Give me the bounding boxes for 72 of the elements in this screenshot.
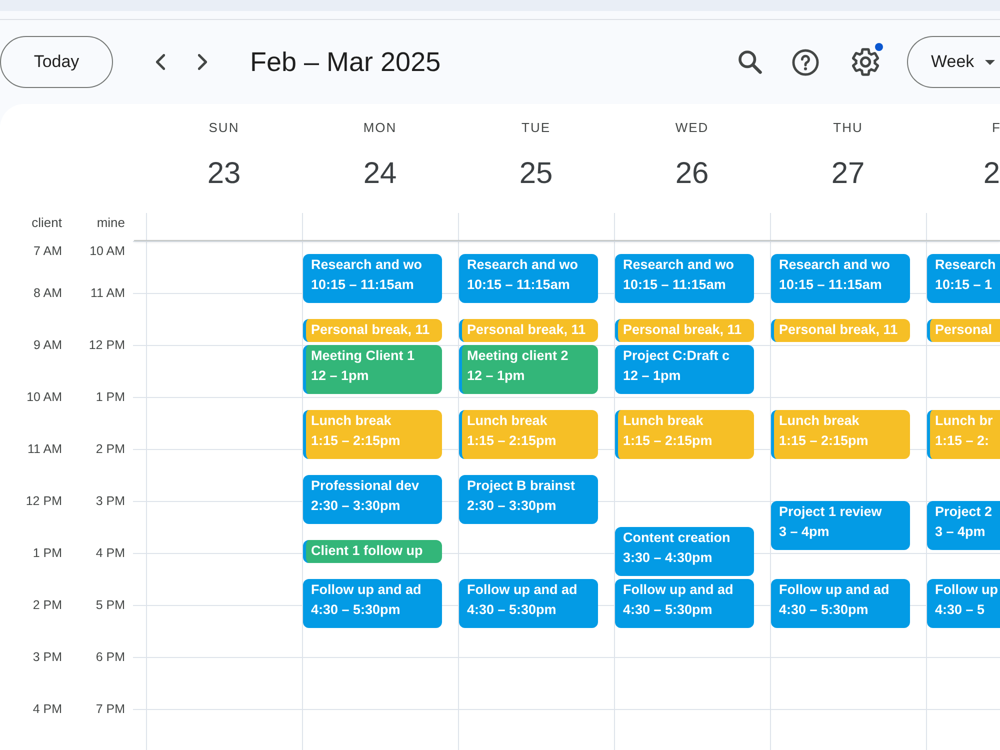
- day-date[interactable]: 2: [983, 156, 1000, 192]
- date-range-title: Feb – Mar 2025: [250, 46, 441, 78]
- hour-label: 3 PM: [32, 649, 62, 665]
- event-card[interactable]: Research and wo 10:15 – 11:15am: [459, 254, 598, 303]
- event-card[interactable]: Professional dev 2:30 – 3:30pm: [303, 475, 442, 524]
- hour-label: 12 PM: [88, 337, 125, 353]
- day-name: WED: [675, 120, 709, 136]
- event-card[interactable]: Research and wo 10:15 – 11:15am: [615, 254, 754, 303]
- event-card[interactable]: Lunch break 1:15 – 2:15pm: [459, 410, 598, 459]
- day-name: SUN: [208, 120, 240, 136]
- hour-label: 7 AM: [32, 243, 62, 259]
- event-card[interactable]: Personal: [927, 319, 1000, 342]
- timezone-label: mine: [96, 214, 125, 232]
- chevron-right-icon: [198, 54, 206, 70]
- day-date[interactable]: 27: [831, 156, 865, 192]
- event-card[interactable]: Research and wo 10:15 – 11:15am: [303, 254, 442, 303]
- event-card[interactable]: Lunch br 1:15 – 2:: [927, 410, 1000, 459]
- hour-label: 9 AM: [32, 337, 62, 353]
- hour-label: 4 PM: [94, 545, 125, 561]
- hour-label: 4 PM: [32, 701, 62, 717]
- event-card[interactable]: Personal break, 11: [771, 319, 910, 342]
- hour-label: 11 AM: [26, 441, 62, 457]
- hour-label: 11 AM: [89, 285, 125, 301]
- event-card[interactable]: Project 1 review 3 – 4pm: [771, 501, 910, 550]
- event-card[interactable]: Personal break, 11: [303, 319, 442, 342]
- hour-label: 2 PM: [94, 441, 125, 457]
- timezone-label: client: [30, 214, 62, 232]
- day-date[interactable]: 23: [207, 156, 241, 192]
- hour-label: 10 AM: [88, 243, 125, 259]
- settings-icon: [852, 48, 878, 76]
- event-card[interactable]: Personal break, 11: [615, 319, 754, 342]
- event-card[interactable]: Follow up and ad 4:30 – 5:30pm: [459, 579, 598, 628]
- search-icon: [738, 50, 762, 74]
- event-card[interactable]: Follow up and ad 4:30 – 5:30pm: [303, 579, 442, 628]
- event-card[interactable]: Content creation 3:30 – 4:30pm: [615, 527, 754, 576]
- event-card[interactable]: Follow up 4:30 – 5: [927, 579, 1000, 628]
- chevron-left-icon: [156, 54, 164, 70]
- today-button[interactable]: Today: [0, 36, 113, 88]
- hour-label: 1 PM: [32, 545, 62, 561]
- day-name: MON: [363, 120, 397, 136]
- event-card[interactable]: Lunch break 1:15 – 2:15pm: [771, 410, 910, 459]
- hour-label: 1 PM: [94, 389, 125, 405]
- event-card[interactable]: Follow up and ad 4:30 – 5:30pm: [615, 579, 754, 628]
- hour-label: 5 PM: [94, 597, 125, 613]
- day-date[interactable]: 26: [675, 156, 709, 192]
- help-icon: [792, 48, 818, 76]
- event-card[interactable]: Meeting Client 1 12 – 1pm: [303, 345, 442, 394]
- hour-label: 6 PM: [94, 649, 125, 665]
- event-card[interactable]: Project B brainst 2:30 – 3:30pm: [459, 475, 598, 524]
- event-card[interactable]: Project 2 3 – 4pm: [927, 501, 1000, 550]
- event-card[interactable]: Follow up and ad 4:30 – 5:30pm: [771, 579, 910, 628]
- event-card[interactable]: Research and wo 10:15 – 11:15am: [771, 254, 910, 303]
- day-date[interactable]: 24: [363, 156, 397, 192]
- event-card[interactable]: Project C:Draft c 12 – 1pm: [615, 345, 754, 394]
- event-card[interactable]: Lunch break 1:15 – 2:15pm: [303, 410, 442, 459]
- view-dropdown[interactable]: Week: [907, 36, 1000, 88]
- day-date[interactable]: 25: [519, 156, 553, 192]
- caret-icon: [985, 60, 996, 64]
- event-card[interactable]: Personal break, 11: [459, 319, 598, 342]
- day-name: TUE: [522, 120, 550, 136]
- hour-label: 2 PM: [32, 597, 62, 613]
- hour-label: 3 PM: [94, 493, 125, 509]
- day-name: THU: [833, 120, 863, 136]
- event-card[interactable]: Lunch break 1:15 – 2:15pm: [615, 410, 754, 459]
- day-name: F: [992, 120, 1000, 136]
- hour-label: 7 PM: [94, 701, 125, 717]
- event-card[interactable]: Research 10:15 – 1: [927, 254, 1000, 303]
- event-card[interactable]: Client 1 follow up: [303, 540, 442, 563]
- hour-label: 8 AM: [32, 285, 62, 301]
- event-card[interactable]: Meeting client 2 12 – 1pm: [459, 345, 598, 394]
- hour-label: 12 PM: [24, 493, 62, 509]
- hour-label: 10 AM: [26, 389, 62, 405]
